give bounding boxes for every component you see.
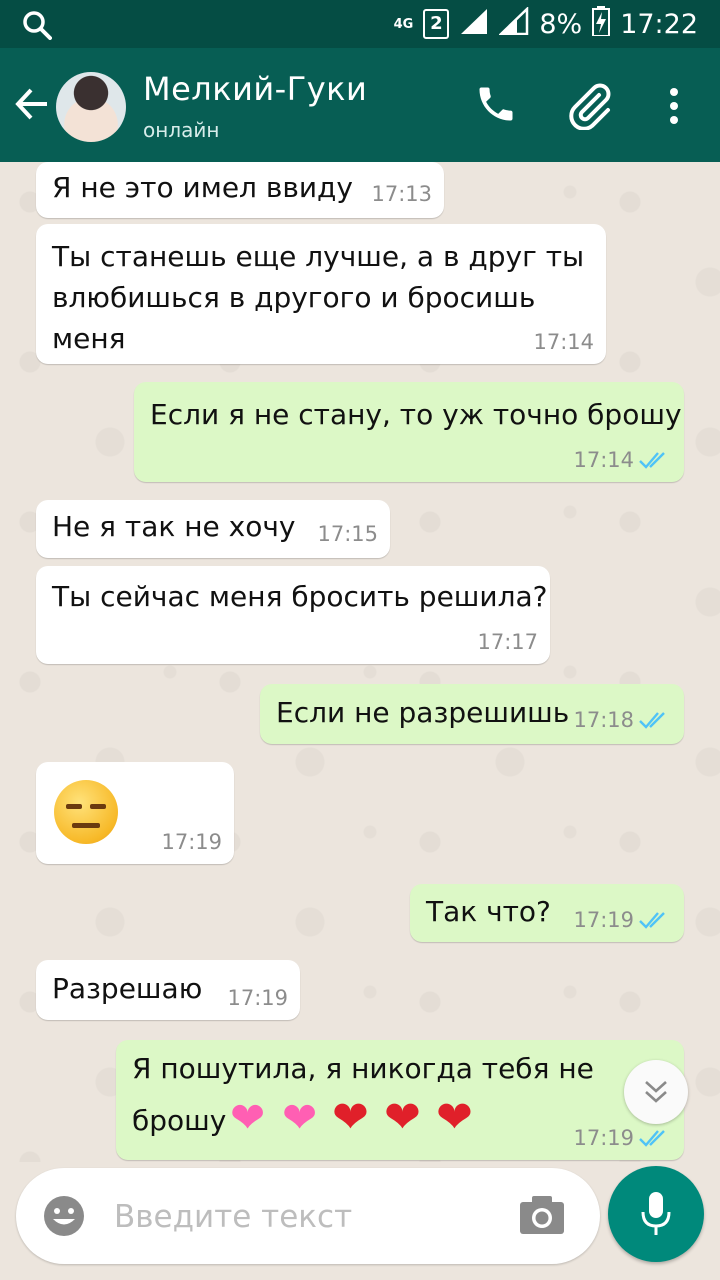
avatar[interactable]: [56, 72, 126, 142]
message-bubble-outgoing[interactable]: Я пошутила, я никогда тебя не брошу ❤ ❤ …: [116, 1040, 684, 1160]
two-hearts-emoji: ❤: [282, 1093, 318, 1142]
expressionless-face-emoji: [54, 780, 118, 844]
double-chevron-down-icon: [642, 1078, 670, 1110]
battery-charging-icon: [592, 5, 611, 43]
search-icon: [22, 10, 52, 44]
message-text: Разрешаю: [52, 972, 203, 1005]
red-heart-emoji: ❤: [384, 1092, 421, 1143]
read-ticks-icon: [638, 450, 670, 474]
message-time: 17:15: [317, 522, 378, 546]
message-text: Если я не стану, то уж точно брошу: [150, 398, 682, 431]
message-list[interactable]: Я не это имел ввиду 17:13 Ты станешь еще…: [0, 162, 720, 1162]
message-composer: [16, 1168, 600, 1264]
message-time: 17:13: [371, 182, 432, 206]
call-icon[interactable]: [474, 82, 518, 130]
message-time: 17:19: [227, 986, 288, 1010]
network-type: 4G: [393, 16, 414, 32]
chat-header: Мелкий-Гуки онлайн: [0, 48, 720, 162]
scroll-to-bottom-button[interactable]: [624, 1060, 688, 1124]
message-time: 17:14: [533, 330, 594, 354]
message-bubble-outgoing[interactable]: Если не разрешишь 17:18: [260, 684, 684, 744]
sim-indicator: 2: [423, 9, 450, 39]
message-bubble-outgoing[interactable]: Если я не стану, то уж точно брошу 17:14: [134, 382, 684, 482]
voice-record-button[interactable]: [608, 1166, 704, 1262]
message-time: 17:17: [477, 630, 538, 654]
contact-status: онлайн: [143, 118, 220, 142]
message-input[interactable]: [112, 1194, 496, 1240]
contact-name[interactable]: Мелкий-Гуки: [143, 70, 367, 108]
message-time: 17:19: [161, 830, 222, 854]
message-text-line: брошу: [132, 1104, 227, 1137]
more-icon[interactable]: [664, 86, 684, 130]
battery-percent: 8%: [539, 8, 583, 40]
message-time: 17:14: [573, 448, 634, 472]
message-time: 17:19: [573, 908, 634, 932]
message-text: Ты сейчас меня бросить решила?: [52, 580, 548, 613]
message-text-line: Я пошутила, я никогда тебя не: [132, 1052, 594, 1085]
read-ticks-icon: [638, 1128, 670, 1152]
two-hearts-emoji: ❤: [230, 1093, 266, 1142]
signal-icon-2: [498, 5, 529, 42]
message-bubble-incoming[interactable]: Ты станешь еще лучше, а в друг ты влюбиш…: [36, 224, 606, 364]
clock: 17:22: [620, 8, 698, 40]
attach-icon[interactable]: [566, 82, 614, 134]
emoji-icon[interactable]: [42, 1194, 86, 1242]
message-text: Если не разрешишь: [276, 696, 570, 729]
message-time: 17:18: [573, 708, 634, 732]
message-bubble-incoming[interactable]: 17:19: [36, 762, 234, 864]
microphone-icon: [638, 1190, 674, 1242]
message-text-line: Ты станешь еще лучше, а в друг ты: [52, 240, 585, 273]
status-bar: 4G 2 8% 17:22: [0, 0, 720, 48]
message-text: Не я так не хочу: [52, 510, 296, 543]
message-bubble-incoming[interactable]: Я не это имел ввиду 17:13: [36, 162, 444, 218]
back-arrow-icon[interactable]: [14, 86, 50, 126]
red-heart-emoji: ❤: [436, 1092, 473, 1143]
message-bubble-incoming[interactable]: Разрешаю 17:19: [36, 960, 300, 1020]
message-time: 17:19: [573, 1126, 634, 1150]
camera-icon[interactable]: [518, 1194, 566, 1240]
message-bubble-incoming[interactable]: Не я так не хочу 17:15: [36, 500, 390, 558]
read-ticks-icon: [638, 910, 670, 934]
message-bubble-outgoing[interactable]: Так что? 17:19: [410, 884, 684, 942]
read-ticks-icon: [638, 710, 670, 734]
message-bubble-incoming[interactable]: Ты сейчас меня бросить решила? 17:17: [36, 566, 550, 664]
message-text: Я не это имел ввиду: [52, 171, 353, 204]
signal-icon: [459, 7, 489, 42]
message-text: Так что?: [426, 895, 551, 928]
red-heart-emoji: ❤: [332, 1092, 369, 1143]
message-text-line: влюбишься в другого и бросишь меня: [52, 281, 536, 355]
